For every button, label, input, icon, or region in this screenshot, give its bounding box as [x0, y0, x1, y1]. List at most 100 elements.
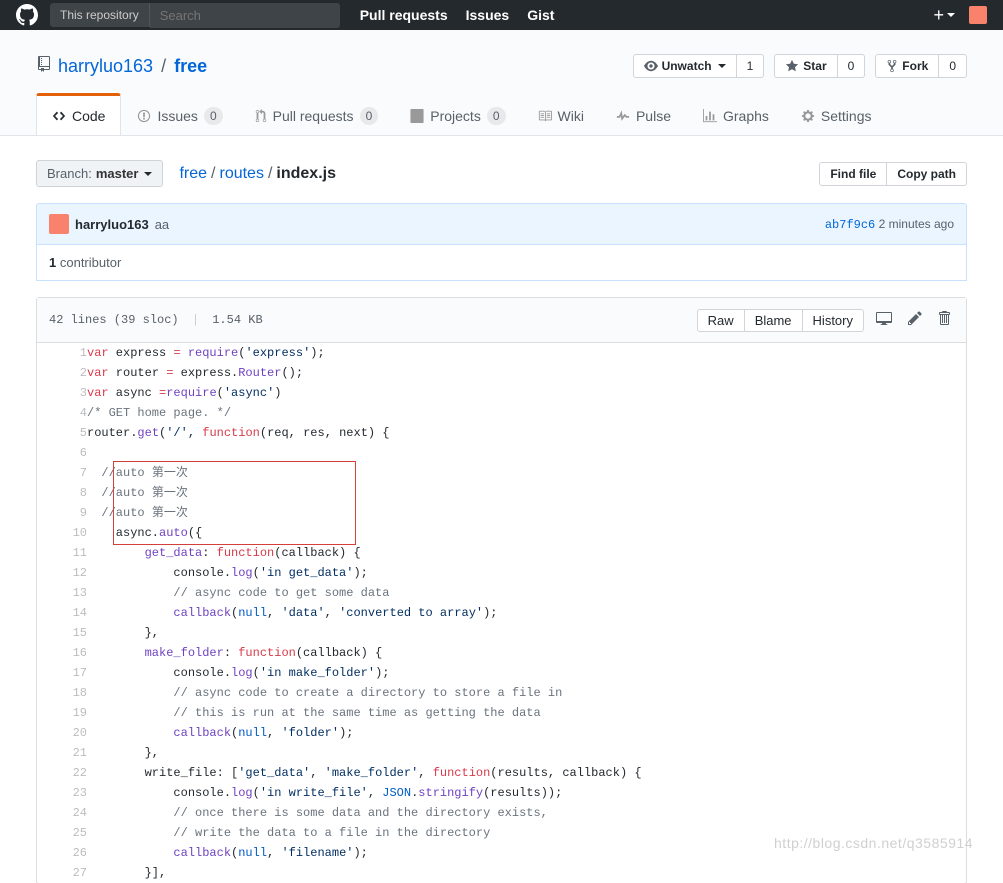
code-line: 11 get_data: function(callback) {	[37, 543, 966, 563]
code-line: 19 // this is run at the same time as ge…	[37, 703, 966, 723]
tab-projects[interactable]: Projects0	[394, 96, 521, 135]
line-number[interactable]: 13	[37, 583, 87, 603]
raw-button[interactable]: Raw	[697, 309, 745, 332]
pagehead-actions: Unwatch 1 Star 0 Fork 0	[633, 54, 967, 78]
code-line: 27 }],	[37, 863, 966, 883]
nav-gist[interactable]: Gist	[527, 7, 554, 23]
line-code: callback(null, 'folder');	[87, 723, 966, 743]
code-line: 4/* GET home page. */	[37, 403, 966, 423]
commit-time: 2 minutes ago	[879, 217, 954, 231]
line-code: router.get('/', function(req, res, next)…	[87, 423, 966, 443]
fork-button[interactable]: Fork	[875, 54, 939, 78]
line-number[interactable]: 9	[37, 503, 87, 523]
breadcrumb-root[interactable]: free	[179, 165, 207, 182]
line-number[interactable]: 7	[37, 463, 87, 483]
search-input[interactable]	[150, 3, 340, 28]
breadcrumb-dir[interactable]: routes	[219, 165, 263, 182]
line-number[interactable]: 20	[37, 723, 87, 743]
github-logo[interactable]	[16, 4, 38, 26]
star-button[interactable]: Star	[774, 54, 837, 78]
line-number[interactable]: 21	[37, 743, 87, 763]
copy-path-button[interactable]: Copy path	[887, 162, 967, 186]
line-number[interactable]: 12	[37, 563, 87, 583]
line-number[interactable]: 27	[37, 863, 87, 883]
line-code: var express = require('express');	[87, 343, 966, 363]
line-number[interactable]: 15	[37, 623, 87, 643]
history-button[interactable]: History	[803, 309, 864, 332]
line-number[interactable]: 6	[37, 443, 87, 463]
tab-settings[interactable]: Settings	[785, 96, 888, 135]
unwatch-button[interactable]: Unwatch	[633, 54, 737, 78]
line-number[interactable]: 2	[37, 363, 87, 383]
commit-sha[interactable]: ab7f9c6	[825, 218, 875, 232]
code-line: 5router.get('/', function(req, res, next…	[37, 423, 966, 443]
pencil-icon[interactable]	[904, 306, 926, 334]
line-code: console.log('in make_folder');	[87, 663, 966, 683]
desktop-icon[interactable]	[872, 306, 896, 334]
line-number[interactable]: 10	[37, 523, 87, 543]
line-code: },	[87, 623, 966, 643]
repohead: harryluo163 / free Unwatch 1 Star 0 Fork…	[0, 30, 1003, 136]
code-line: 7 //auto 第一次	[37, 463, 966, 483]
line-number[interactable]: 17	[37, 663, 87, 683]
tab-code[interactable]: Code	[36, 93, 121, 135]
breadcrumb: free/routes/index.js	[179, 165, 336, 183]
line-code: var async =require('async')	[87, 383, 966, 403]
line-number[interactable]: 14	[37, 603, 87, 623]
line-number[interactable]: 26	[37, 843, 87, 863]
line-number[interactable]: 23	[37, 783, 87, 803]
line-code: console.log('in write_file', JSON.string…	[87, 783, 966, 803]
tab-pull-requests[interactable]: Pull requests0	[239, 96, 395, 135]
code-line: 20 callback(null, 'folder');	[37, 723, 966, 743]
tab-issues[interactable]: Issues0	[121, 96, 238, 135]
file-actions: Raw Blame History	[697, 306, 954, 334]
code-line: 18 // async code to create a directory t…	[37, 683, 966, 703]
line-number[interactable]: 22	[37, 763, 87, 783]
breadcrumb-file: index.js	[276, 165, 336, 182]
branch-select-menu[interactable]: Branch: master	[36, 160, 163, 187]
unwatch-count[interactable]: 1	[737, 54, 765, 78]
nav-issues[interactable]: Issues	[466, 7, 510, 23]
line-number[interactable]: 11	[37, 543, 87, 563]
line-number[interactable]: 4	[37, 403, 87, 423]
line-number[interactable]: 18	[37, 683, 87, 703]
find-file-button[interactable]: Find file	[819, 162, 887, 186]
code-line: 17 console.log('in make_folder');	[37, 663, 966, 683]
line-code	[87, 443, 966, 463]
line-code: //auto 第一次	[87, 483, 966, 503]
blame-button[interactable]: Blame	[745, 309, 803, 332]
create-new-icon[interactable]: +	[933, 5, 955, 26]
contributors-box: 1 contributor	[36, 245, 967, 281]
line-number[interactable]: 1	[37, 343, 87, 363]
line-number[interactable]: 16	[37, 643, 87, 663]
repo-owner-link[interactable]: harryluo163	[58, 56, 153, 77]
nav-pull-requests[interactable]: Pull requests	[360, 7, 448, 23]
user-avatar[interactable]	[969, 6, 987, 24]
tab-graphs[interactable]: Graphs	[687, 96, 785, 135]
global-header: This repository Pull requests Issues Gis…	[0, 0, 1003, 30]
line-number[interactable]: 25	[37, 823, 87, 843]
commit-author-link[interactable]: harryluo163	[75, 217, 149, 232]
code-line: 12 console.log('in get_data');	[37, 563, 966, 583]
line-code: // async code to get some data	[87, 583, 966, 603]
line-number[interactable]: 5	[37, 423, 87, 443]
code-line: 14 callback(null, 'data', 'converted to …	[37, 603, 966, 623]
code-line: 16 make_folder: function(callback) {	[37, 643, 966, 663]
star-count[interactable]: 0	[838, 54, 866, 78]
tab-pulse[interactable]: Pulse	[600, 96, 687, 135]
fork-count[interactable]: 0	[939, 54, 967, 78]
code-line: 2var router = express.Router();	[37, 363, 966, 383]
line-number[interactable]: 24	[37, 803, 87, 823]
tab-wiki[interactable]: Wiki	[522, 96, 600, 135]
trash-icon[interactable]	[934, 306, 954, 334]
line-number[interactable]: 19	[37, 703, 87, 723]
line-code: //auto 第一次	[87, 503, 966, 523]
repo-name-link[interactable]: free	[174, 56, 207, 77]
line-number[interactable]: 3	[37, 383, 87, 403]
line-code: get_data: function(callback) {	[87, 543, 966, 563]
search-scope-label[interactable]: This repository	[50, 3, 150, 27]
code-line: 3var async =require('async')	[37, 383, 966, 403]
line-number[interactable]: 8	[37, 483, 87, 503]
commit-author-avatar[interactable]	[49, 214, 69, 234]
code-line: 9 //auto 第一次	[37, 503, 966, 523]
